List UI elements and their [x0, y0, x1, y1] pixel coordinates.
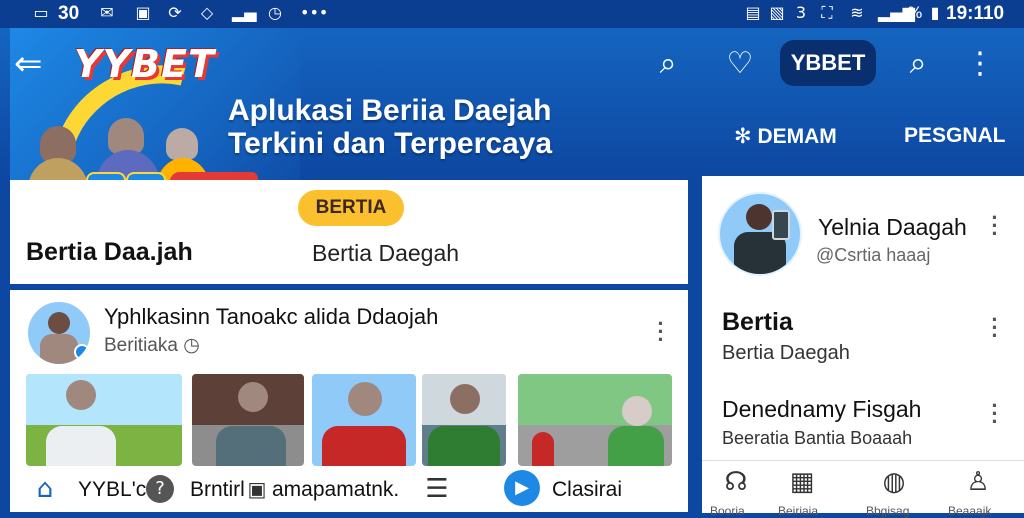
profile-handle: @Csrtia haaaj	[816, 245, 931, 265]
signal-icon: ▂▄▆	[878, 3, 915, 22]
tab-label: DEMAM	[757, 125, 837, 148]
more-icon: •••	[300, 3, 329, 22]
list-item-subtitle: Bertia Daegah	[722, 342, 850, 364]
mail-icon: ✉	[100, 3, 114, 22]
list-item-title[interactable]: Bertia	[722, 308, 793, 337]
globe-icon[interactable]: ◍	[878, 466, 910, 498]
home-label[interactable]: YYBL'c	[78, 478, 146, 502]
percent-icon: %	[907, 3, 923, 22]
tab-pesgnal[interactable]: PESGNAL	[904, 124, 1006, 148]
tab-demam[interactable]: ✻ DEMAM	[734, 124, 837, 149]
post-subtitle: Beritiaka ◷	[104, 334, 200, 357]
status-bar: ▭ 30 ✉ ▣ ⟳ ◇ ▂▄ ◷ ••• ▤ ▧ 3 ⛶ ≋ ▂▄▆ % ▮ …	[0, 0, 1024, 28]
person-head	[108, 118, 144, 154]
category-pill[interactable]: BERTIA	[298, 190, 404, 226]
sync-icon: ⟳	[168, 3, 182, 22]
search-icon[interactable]: ⌕	[650, 46, 686, 82]
number-3-icon: 3	[795, 3, 807, 22]
laptop-icon: ▭	[33, 3, 49, 22]
photo-thumbnail[interactable]	[26, 374, 182, 466]
photo-thumbnail[interactable]	[518, 374, 672, 466]
headphones-icon[interactable]: ☊	[720, 466, 752, 498]
calendar-icon[interactable]: ▦	[786, 466, 818, 498]
clock-icon: ◷	[268, 3, 282, 22]
avatar[interactable]	[26, 300, 92, 366]
item-menu-icon[interactable]: · · ·	[990, 309, 1000, 347]
photo-thumbnail[interactable]	[192, 374, 304, 466]
section-subtitle[interactable]: Bertia Daegah	[312, 240, 459, 267]
star-icon: ✻	[734, 124, 752, 148]
item-menu-icon[interactable]: · · ·	[990, 395, 1000, 433]
image-icon: ▣	[135, 3, 151, 22]
search-icon[interactable]: ⌕	[900, 46, 936, 82]
status-left-text: 30	[58, 3, 80, 24]
profile-name[interactable]: Yelnia Daagah	[818, 214, 967, 241]
headline-line-2: Terkini dan Terpercaya	[228, 127, 553, 160]
profile-icon[interactable]: ♙	[962, 466, 994, 498]
post-source: Beritiaka	[104, 335, 178, 356]
post-title[interactable]: Yphlkasinn Tanoakc alida Ddaojah	[104, 304, 438, 330]
section-title: Bertia Daa.jah	[26, 238, 193, 266]
headline-line-1: Aplukasi Beriia Daejah	[228, 94, 552, 127]
play-label[interactable]: Clasirai	[552, 478, 622, 502]
nav-label[interactable]: Bbgisag	[866, 504, 909, 518]
wifi-icon: ≋	[850, 3, 864, 22]
help-icon[interactable]: ?	[146, 475, 174, 503]
image-icon[interactable]: ▣	[240, 472, 274, 506]
document-icon[interactable]: ☰	[420, 472, 454, 506]
screenshot-icon: ⛶	[821, 3, 833, 22]
nfc-icon: ▧	[769, 3, 785, 22]
battery-icon: ▮	[930, 3, 940, 22]
list-item-subtitle: Beeratia Bantia Boaaah	[722, 428, 913, 448]
status-time: 19:110	[946, 3, 1005, 24]
profile-menu-icon[interactable]: · · ·	[990, 207, 1000, 245]
back-arrow-icon[interactable]: ⇐	[14, 44, 43, 84]
brand-pill-button[interactable]: YBBET	[780, 40, 876, 86]
signal-icon: ▂▄	[232, 3, 257, 22]
clock-icon: ◷	[183, 334, 200, 356]
app-logo: YYBET	[74, 42, 215, 86]
vpn-icon: ◇	[200, 3, 214, 22]
play-icon[interactable]: ▶	[504, 470, 540, 506]
nav-label[interactable]: Beaaajk	[948, 504, 991, 518]
image-label[interactable]: amapamatnk.	[272, 478, 399, 502]
nav-label[interactable]: Booria	[710, 504, 745, 518]
list-item-title[interactable]: Denednamy Fisgah	[722, 396, 921, 423]
sim-icon: ▤	[745, 3, 761, 22]
photo-thumbnail[interactable]	[312, 374, 416, 466]
action-label[interactable]: Brntirl	[190, 478, 245, 502]
avatar[interactable]	[718, 192, 802, 276]
header-headline: Aplukasi Beriia Daejah Terkini dan Terpe…	[228, 94, 552, 160]
overflow-menu-icon[interactable]: ⋮	[962, 46, 998, 82]
person-head	[166, 128, 198, 160]
person-head	[40, 126, 76, 162]
home-icon[interactable]: ⌂	[28, 472, 62, 506]
nav-label[interactable]: Beiriaia	[778, 504, 818, 518]
heart-icon[interactable]: ♡	[722, 46, 758, 82]
photo-thumbnail[interactable]	[422, 374, 506, 466]
post-menu-icon[interactable]: · · ·	[656, 313, 666, 351]
